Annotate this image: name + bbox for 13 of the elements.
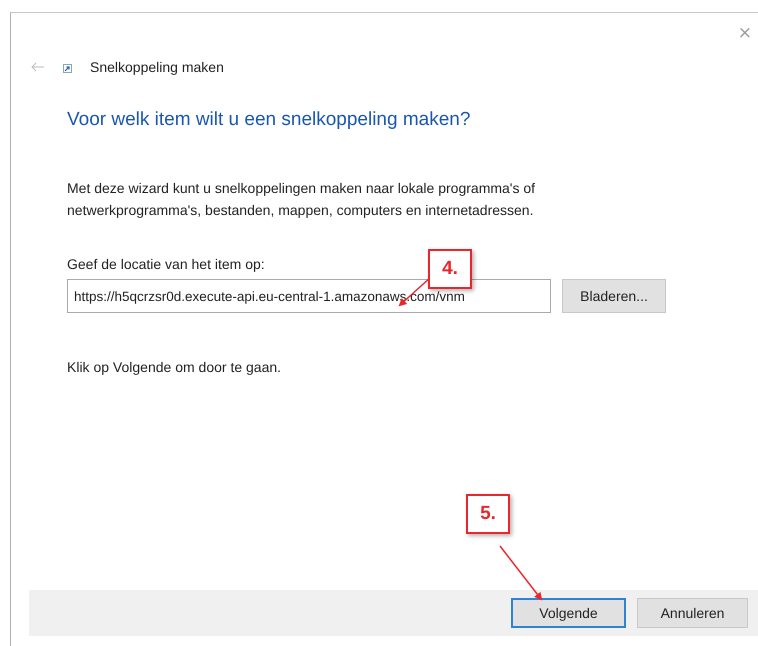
- browse-button[interactable]: Bladeren...: [562, 279, 666, 313]
- window-title: Snelkoppeling maken: [90, 59, 224, 75]
- heading: Voor welk item wilt u een snelkoppeling maken?: [67, 109, 472, 131]
- callout-label: 4.: [428, 249, 472, 289]
- callout-label: 5.: [466, 494, 510, 534]
- shortcut-icon: [63, 64, 72, 73]
- hint-text: Klik op Volgende om door te gaan.: [67, 359, 282, 375]
- cancel-button[interactable]: Annuleren: [637, 598, 748, 628]
- next-button[interactable]: Volgende: [511, 598, 626, 628]
- back-arrow-icon[interactable]: [31, 62, 45, 72]
- callout-arrow: [499, 546, 542, 601]
- location-label: Geef de locatie van het item op:: [67, 256, 265, 272]
- description-text: Met deze wizard kunt u snelkoppelingen maken naar lokale programma's of netwerkprogramma's, bestanden, mappen, computers en internetadressen.: [67, 179, 536, 220]
